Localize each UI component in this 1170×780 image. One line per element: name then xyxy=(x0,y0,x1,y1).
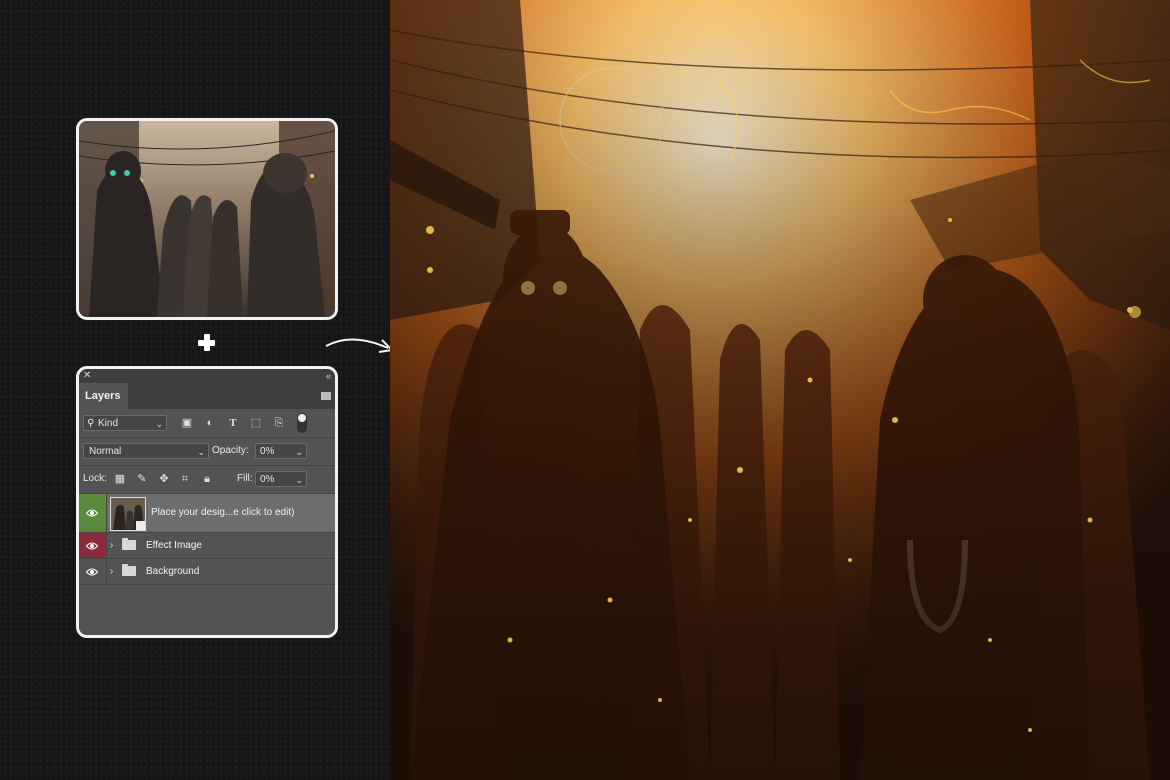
panel-titlebar: ✕ « xyxy=(79,369,335,383)
chevron-down-icon: ⌄ xyxy=(155,419,163,429)
filter-toggle[interactable] xyxy=(297,413,307,433)
opacity-value: 0% xyxy=(260,446,275,457)
layer-name[interactable]: Place your desig...e click to edit) xyxy=(151,494,294,532)
result-image xyxy=(390,0,1170,780)
collapse-icon[interactable]: « xyxy=(326,369,331,383)
lock-pixels-icon[interactable]: ✎ xyxy=(135,471,149,487)
adjustment-filter-icon[interactable]: ◐ xyxy=(203,416,217,430)
layer-row-smart-object[interactable]: Place your desig...e click to edit) xyxy=(79,494,335,533)
blend-mode-value: Normal xyxy=(89,446,122,457)
tab-layers[interactable]: Layers xyxy=(79,383,128,409)
filter-row: ⚲ Kind ⌄ ▣ ◐ T ⬚ ⎘ xyxy=(79,409,335,438)
type-filter-icon[interactable]: T xyxy=(226,416,240,430)
result-artwork xyxy=(390,0,1170,780)
lock-row: Lock: ▦ ✎ ✥ ⌗ 🔒︎ Fill: 0% ⌄ xyxy=(79,466,335,494)
layer-thumbnail xyxy=(110,497,146,531)
panel-tab-row: Layers xyxy=(79,383,335,409)
fill-label: Fill: xyxy=(237,473,253,484)
opacity-label: Opacity: xyxy=(212,445,249,456)
chevron-down-icon: ⌄ xyxy=(197,447,205,457)
smart-object-filter-icon[interactable]: ⎘ xyxy=(272,416,286,430)
filter-kind-dropdown[interactable]: ⚲ Kind ⌄ xyxy=(83,415,167,431)
layer-name[interactable]: Background xyxy=(146,559,199,584)
fill-field[interactable]: 0% ⌄ xyxy=(255,471,307,487)
layer-row-background[interactable]: › Background xyxy=(79,559,335,585)
source-photo-image xyxy=(79,121,335,317)
blend-mode-dropdown[interactable]: Normal ⌄ xyxy=(83,443,209,459)
layers-panel: ✕ « Layers ⚲ Kind ⌄ ▣ ◐ T ⬚ ⎘ Normal ⌄ O… xyxy=(76,366,338,638)
folder-icon xyxy=(122,564,136,576)
lock-all-icon[interactable]: 🔒︎ xyxy=(200,471,214,487)
lock-transparency-icon[interactable]: ▦ xyxy=(113,471,127,487)
eye-icon xyxy=(86,568,98,575)
folder-icon xyxy=(122,538,136,550)
search-icon: ⚲ xyxy=(87,418,95,429)
layer-name[interactable]: Effect Image xyxy=(146,533,202,558)
opacity-field[interactable]: 0% ⌄ xyxy=(255,443,307,459)
chevron-down-icon: ⌄ xyxy=(295,447,303,457)
visibility-toggle[interactable] xyxy=(79,533,107,558)
visibility-toggle[interactable] xyxy=(79,559,107,584)
fill-value: 0% xyxy=(260,474,275,485)
panel-menu-icon[interactable] xyxy=(321,392,331,400)
chevron-down-icon: ⌄ xyxy=(295,475,303,485)
layer-row-effect-image[interactable]: › Effect Image xyxy=(79,533,335,559)
lock-position-icon[interactable]: ✥ xyxy=(157,471,171,487)
source-photo xyxy=(76,118,338,320)
close-icon[interactable]: ✕ xyxy=(83,369,91,383)
filter-kind-label: Kind xyxy=(98,418,119,429)
layers-empty-area xyxy=(79,585,335,635)
shape-filter-icon[interactable]: ⬚ xyxy=(249,416,263,430)
image-filter-icon[interactable]: ▣ xyxy=(180,416,194,430)
lock-label: Lock: xyxy=(83,473,107,484)
chevron-right-icon[interactable]: › xyxy=(110,533,113,558)
visibility-toggle[interactable] xyxy=(79,494,107,532)
eye-icon xyxy=(86,542,98,549)
chevron-right-icon[interactable]: › xyxy=(110,559,113,584)
plus-icon xyxy=(197,333,217,353)
blend-row: Normal ⌄ Opacity: 0% ⌄ xyxy=(79,438,335,466)
lock-artboard-icon[interactable]: ⌗ xyxy=(178,471,192,487)
eye-icon xyxy=(86,509,98,517)
smart-object-icon xyxy=(136,521,145,530)
